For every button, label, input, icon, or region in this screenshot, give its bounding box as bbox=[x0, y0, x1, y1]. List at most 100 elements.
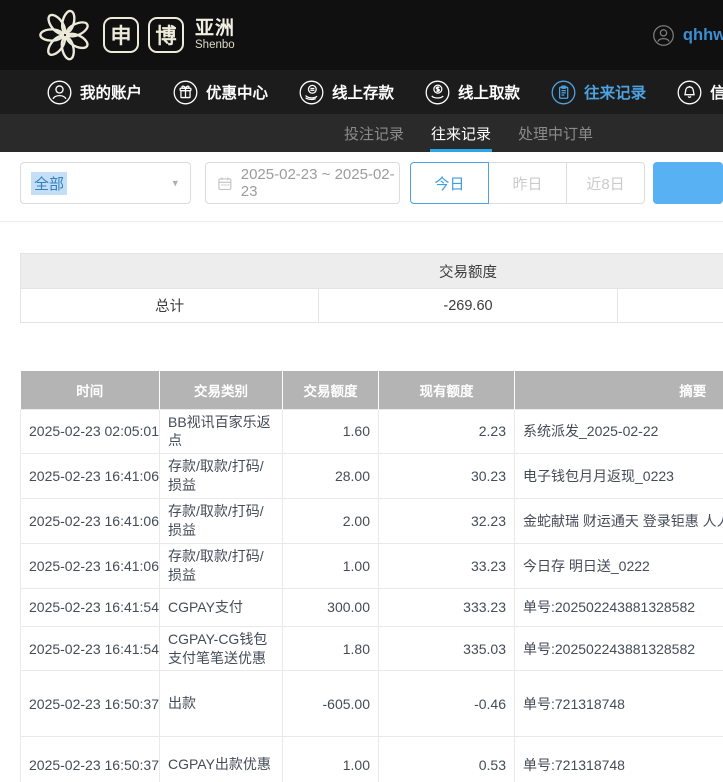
cell-balance: 30.23 bbox=[379, 454, 515, 499]
summary-total-row: 总计 -269.60 bbox=[21, 289, 723, 323]
cell-amount: 2.00 bbox=[283, 499, 379, 544]
cell-balance: 333.23 bbox=[379, 588, 515, 626]
table-row: 2025-02-23 16:41:54 CGPAY支付 300.00 333.2… bbox=[21, 588, 723, 626]
col-header-balance: 现有额度 bbox=[379, 371, 515, 409]
summary-total-label: 总计 bbox=[21, 289, 319, 323]
avatar-icon bbox=[651, 23, 676, 48]
cell-time: 2025-02-23 16:50:37 bbox=[21, 737, 160, 782]
cell-balance: 0.53 bbox=[379, 737, 515, 782]
table-row: 2025-02-23 16:41:06 存款/取款/打码/损益 28.00 30… bbox=[21, 454, 723, 499]
summary-header-label: 交易额度 bbox=[21, 254, 723, 289]
cell-balance: 33.23 bbox=[379, 543, 515, 588]
tab-bar: 投注记录 往来记录 处理中订单 bbox=[0, 114, 723, 152]
quick-range-group: 今日 昨日 近8日 bbox=[410, 162, 645, 204]
table-row: 2025-02-23 16:50:37 CGPAY出款优惠 1.00 0.53 … bbox=[21, 737, 723, 782]
cell-summary: 单号:721318748 bbox=[515, 671, 723, 737]
cell-balance: -0.46 bbox=[379, 671, 515, 737]
cell-type: 出款 bbox=[160, 671, 283, 737]
cell-amount: 1.00 bbox=[283, 543, 379, 588]
nav-item-promotions[interactable]: 优惠中心 bbox=[172, 79, 268, 106]
section-divider bbox=[0, 221, 723, 222]
col-header-time: 时间 bbox=[21, 371, 160, 409]
records-table: 时间 交易类别 交易额度 现有额度 摘要 2025-02-23 02:05:01… bbox=[20, 371, 723, 782]
summary-table: 交易额度 总计 -269.60 bbox=[20, 253, 723, 323]
type-select-value: 全部 bbox=[31, 172, 67, 195]
nav-label: 线上存款 bbox=[332, 81, 394, 103]
search-button[interactable] bbox=[653, 162, 723, 204]
cell-time: 2025-02-23 16:50:37 bbox=[21, 671, 160, 737]
nav-label: 信息中心 bbox=[710, 81, 723, 103]
cell-balance: 335.03 bbox=[379, 626, 515, 671]
cell-time: 2025-02-23 16:41:54 bbox=[21, 626, 160, 671]
brand-logo: 申 博 亚洲 Shenbo bbox=[36, 6, 235, 64]
cell-time: 2025-02-23 16:41:06 bbox=[21, 543, 160, 588]
cell-type: BB视讯百家乐返点 bbox=[160, 409, 283, 454]
top-header: 申 博 亚洲 Shenbo qhhw bbox=[0, 0, 723, 70]
coin-withdraw-icon bbox=[424, 79, 451, 106]
nav-label: 优惠中心 bbox=[206, 81, 268, 103]
cell-summary: 今日存 明日送_0222 bbox=[515, 543, 723, 588]
cell-summary: 电子钱包月月返现_0223 bbox=[515, 454, 723, 499]
username-text[interactable]: qhhw bbox=[683, 26, 723, 45]
cell-summary: 金蛇献瑞 财运通天 登录钜惠 人人皆 bbox=[515, 499, 723, 544]
page: 申 博 亚洲 Shenbo qhhw bbox=[0, 0, 723, 782]
tab-processing-orders[interactable]: 处理中订单 bbox=[518, 114, 593, 152]
cell-summary: 单号:202502243881328582 bbox=[515, 626, 723, 671]
cell-balance: 32.23 bbox=[379, 499, 515, 544]
cell-type: 存款/取款/打码/损益 bbox=[160, 454, 283, 499]
cell-time: 2025-02-23 16:41:54 bbox=[21, 588, 160, 626]
chevron-down-icon: ▾ bbox=[172, 177, 178, 190]
table-row: 2025-02-23 16:50:37 出款 -605.00 -0.46 单号:… bbox=[21, 671, 723, 737]
coin-deposit-icon bbox=[298, 79, 325, 106]
cell-summary: 单号:202502243881328582 bbox=[515, 588, 723, 626]
cell-amount: -605.00 bbox=[283, 671, 379, 737]
cell-time: 2025-02-23 02:05:01 bbox=[21, 409, 160, 454]
cell-type: 存款/取款/打码/损益 bbox=[160, 543, 283, 588]
col-header-amount: 交易额度 bbox=[283, 371, 379, 409]
logo-char-shen: 申 bbox=[103, 17, 139, 53]
summary-header-row: 交易额度 bbox=[21, 254, 723, 289]
table-row: 2025-02-23 16:41:06 存款/取款/打码/损益 1.00 33.… bbox=[21, 543, 723, 588]
cell-type: CGPAY-CG钱包支付笔笔送优惠 bbox=[160, 626, 283, 671]
nav-item-my-account[interactable]: 我的账户 bbox=[46, 79, 142, 106]
cell-amount: 1.60 bbox=[283, 409, 379, 454]
cell-type: CGPAY出款优惠 bbox=[160, 737, 283, 782]
tab-betting-records[interactable]: 投注记录 bbox=[344, 114, 404, 152]
cell-summary: 单号:721318748 bbox=[515, 737, 723, 782]
bell-icon bbox=[676, 79, 703, 106]
nav-item-deposit[interactable]: 线上存款 bbox=[298, 79, 394, 106]
user-account[interactable]: qhhw bbox=[651, 0, 723, 70]
nav-item-withdraw[interactable]: 线上取款 bbox=[424, 79, 520, 106]
table-row: 2025-02-23 16:41:06 存款/取款/打码/损益 2.00 32.… bbox=[21, 499, 723, 544]
main-nav: 我的账户 优惠中心 bbox=[0, 70, 723, 114]
date-range-input[interactable]: 2025-02-23 ~ 2025-02-23 bbox=[205, 162, 400, 204]
summary-empty-cell bbox=[617, 289, 723, 323]
cell-balance: 2.23 bbox=[379, 409, 515, 454]
nav-label: 线上取款 bbox=[458, 81, 520, 103]
logo-char-bo: 博 bbox=[148, 17, 184, 53]
nav-item-messages[interactable]: 信息中心 bbox=[676, 79, 723, 106]
cell-amount: 1.80 bbox=[283, 626, 379, 671]
tab-transaction-records[interactable]: 往来记录 bbox=[431, 114, 491, 152]
gift-icon bbox=[172, 79, 199, 106]
cell-type: CGPAY支付 bbox=[160, 588, 283, 626]
col-header-type: 交易类别 bbox=[160, 371, 283, 409]
cell-summary: 系统派发_2025-02-22 bbox=[515, 409, 723, 454]
table-row: 2025-02-23 16:41:54 CGPAY-CG钱包支付笔笔送优惠 1.… bbox=[21, 626, 723, 671]
filter-bar: 全部 ▾ 2025-02-23 ~ 2025-02-23 今日 昨日 近8日 bbox=[20, 162, 723, 204]
nav-label: 我的账户 bbox=[80, 81, 142, 103]
records-icon bbox=[550, 79, 577, 106]
last-8-days-button[interactable]: 近8日 bbox=[566, 162, 645, 204]
today-button[interactable]: 今日 bbox=[410, 162, 489, 204]
type-select[interactable]: 全部 ▾ bbox=[20, 162, 191, 204]
table-row: 2025-02-23 02:05:01 BB视讯百家乐返点 1.60 2.23 … bbox=[21, 409, 723, 454]
nav-label: 往来记录 bbox=[584, 81, 646, 103]
cell-amount: 300.00 bbox=[283, 588, 379, 626]
logo-name-en: Shenbo bbox=[195, 39, 235, 51]
cell-time: 2025-02-23 16:41:06 bbox=[21, 499, 160, 544]
nav-item-transactions[interactable]: 往来记录 bbox=[550, 79, 646, 106]
cell-type: 存款/取款/打码/损益 bbox=[160, 499, 283, 544]
calendar-icon bbox=[217, 175, 233, 192]
yesterday-button[interactable]: 昨日 bbox=[488, 162, 567, 204]
date-range-value: 2025-02-23 ~ 2025-02-23 bbox=[241, 166, 399, 200]
